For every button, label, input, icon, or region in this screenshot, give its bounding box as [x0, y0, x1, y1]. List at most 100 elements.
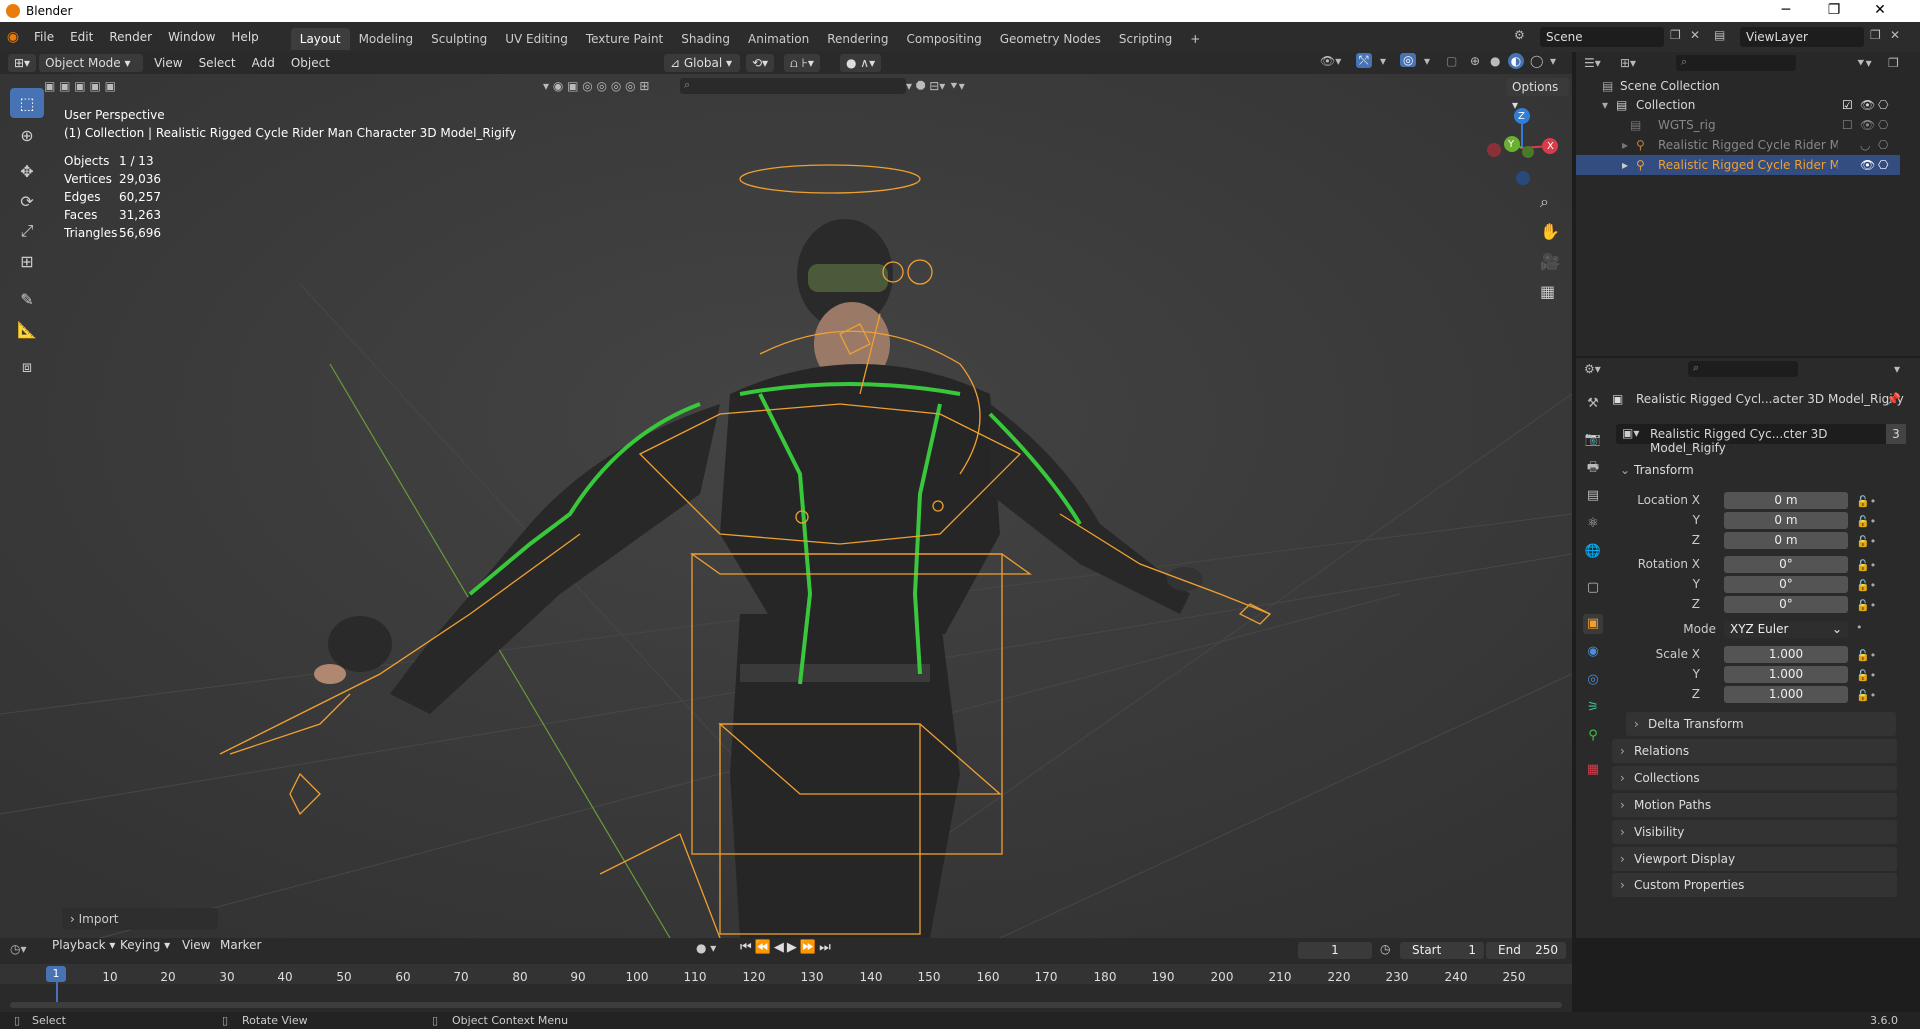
eye-icon[interactable]: 👁 [1860, 155, 1875, 175]
blender-menu-icon[interactable]: ◉ [0, 29, 26, 45]
scene-tab-icon[interactable]: ⚛ [1583, 514, 1603, 534]
scene-selector[interactable]: Scene [1540, 27, 1664, 47]
end-frame-field[interactable]: End 250 [1486, 942, 1566, 959]
location-z-field[interactable]: 0 m [1724, 532, 1848, 549]
maximize-button[interactable]: ❐ [1812, 0, 1856, 22]
menu-edit[interactable]: Edit [62, 22, 101, 52]
camera-view-icon[interactable]: 🎥 [1540, 252, 1560, 271]
outliner-search[interactable]: ⌕ [1676, 55, 1796, 71]
physics-tab-icon[interactable]: ◎ [1583, 670, 1603, 690]
expand-arrow-icon[interactable]: ▸ [1622, 155, 1628, 175]
3d-viewport[interactable]: ⬚ ⊕ ✥ ⟳ ⤢ ⊞ ✎ 📐 ⧈ ▣ ▣ ▣ ▣ ▣ ▾ ◉ ▣ ◎ ◎ ◎ … [0, 74, 1572, 938]
display-mode-icon[interactable]: ⊞▾ [1620, 56, 1636, 70]
overlay-dropdown-icon[interactable]: ▾ [1424, 54, 1430, 68]
menu-file[interactable]: File [26, 22, 62, 52]
menu-keying[interactable]: Keying ▾ [112, 934, 178, 956]
tab-layout[interactable]: Layout [290, 28, 350, 50]
tab-scripting[interactable]: Scripting [1110, 28, 1181, 50]
menu-view[interactable]: View [146, 52, 190, 74]
lock-icons[interactable]: 🔓• 🔓• 🔓• [1856, 492, 1876, 552]
constraints-tab-icon[interactable]: ⚞ [1583, 698, 1603, 718]
camera-icon[interactable]: ⎔ [1878, 95, 1888, 115]
pan-hand-icon[interactable]: ✋ [1540, 222, 1560, 241]
new-scene-icon[interactable]: ❐ [1670, 28, 1681, 42]
menu-object[interactable]: Object [283, 52, 338, 74]
eye-icon[interactable]: 👁 [1860, 95, 1875, 115]
add-cube-tool[interactable]: ⧈ [10, 352, 44, 382]
new-view-layer-icon[interactable]: ❐ [1870, 28, 1881, 42]
menu-select[interactable]: Select [191, 52, 244, 74]
playhead[interactable]: 1 [46, 966, 66, 982]
menu-add[interactable]: Add [244, 52, 283, 74]
properties-menu-icon[interactable]: ▾ [1894, 362, 1900, 376]
transform-orientation[interactable]: ⊿ Global ▾ [664, 54, 740, 72]
modifiers-tab-icon[interactable]: ◉ [1583, 642, 1603, 662]
menu-marker[interactable]: Marker [212, 934, 269, 956]
xray-icon[interactable]: ▢ [1446, 54, 1457, 68]
mode-dot-icon[interactable]: • [1856, 621, 1863, 634]
rendered-shading-icon[interactable]: ◯ [1530, 54, 1543, 68]
viewport-search[interactable]: ⌕ [680, 78, 906, 94]
rotation-mode-dropdown[interactable]: XYZ Euler ⌄ [1724, 621, 1848, 638]
rotation-y-field[interactable]: 0° [1724, 576, 1848, 593]
scale-z-field[interactable]: 1.000 [1724, 686, 1848, 703]
delete-view-layer-icon[interactable]: ✕ [1890, 28, 1900, 42]
material-shading-icon[interactable]: ◐ [1508, 53, 1524, 69]
record-icon[interactable]: ● ▾ [696, 941, 716, 955]
annotate-tool[interactable]: ✎ [10, 284, 44, 314]
motion-paths-panel[interactable]: › Motion Paths [1612, 793, 1897, 817]
outliner-editor-icon[interactable]: ☰▾ [1584, 56, 1601, 70]
minimize-button[interactable]: ─ [1764, 0, 1808, 22]
camera-icon[interactable]: ⎔ [1878, 115, 1888, 135]
object-tab-icon[interactable]: ▣ [1583, 614, 1603, 634]
custom-properties-panel[interactable]: › Custom Properties [1612, 873, 1897, 897]
gizmo-toggle-icon[interactable]: ⤲ [1356, 53, 1372, 68]
cursor-tool[interactable]: ⊕ [10, 120, 44, 150]
tab-uv-editing[interactable]: UV Editing [496, 28, 577, 50]
filter-icons[interactable]: ▾ ◉ ▣ ◎ ◎ ◎ ◎ ⊞ [543, 79, 649, 93]
scale-tool[interactable]: ⤢ [10, 216, 44, 246]
tool-tab-icon[interactable]: ⚒ [1583, 394, 1603, 414]
transform-panel-header[interactable]: ⌄ Transform [1612, 458, 1897, 482]
tab-compositing[interactable]: Compositing [897, 28, 990, 50]
tab-geometry-nodes[interactable]: Geometry Nodes [991, 28, 1110, 50]
outliner-row-rig-selected[interactable]: ▸ ⚲ Realistic Rigged Cycle Rider Man Ch … [1576, 155, 1900, 175]
outliner-filter-icon[interactable]: ⯆▾ [1856, 56, 1872, 71]
view-layer-selector[interactable]: ViewLayer [1740, 27, 1864, 47]
rotation-x-field[interactable]: 0° [1724, 556, 1848, 573]
pin-icon[interactable]: 📌 [1886, 392, 1901, 406]
editor-type-icon[interactable]: ⊞▾ [8, 54, 37, 72]
timeline-scrollbar[interactable] [10, 1002, 1562, 1008]
expand-arrow-icon[interactable]: ▾ [1602, 95, 1608, 115]
location-x-field[interactable]: 0 m [1724, 492, 1848, 509]
visibility-panel[interactable]: › Visibility [1612, 820, 1897, 844]
start-frame-field[interactable]: Start 1 [1400, 942, 1484, 959]
outliner-row-scene[interactable]: ▤ Scene Collection [1576, 76, 1900, 96]
selection-mode-icons[interactable]: ▣ ▣ ▣ ▣ ▣ [44, 79, 116, 93]
timeline-editor-icon[interactable]: ◷▾ [10, 942, 27, 956]
delete-scene-icon[interactable]: ✕ [1690, 28, 1700, 42]
properties-search[interactable]: ⌕ [1688, 361, 1798, 377]
snap-icon[interactable]: ⩍ ⊦▾ [784, 54, 820, 72]
scale-x-field[interactable]: 1.000 [1724, 646, 1848, 663]
pivot-icon[interactable]: ⟲▾ [746, 54, 775, 72]
outliner-row-mesh[interactable]: ▸ ⚲ Realistic Rigged Cycle Rider Man Ch … [1576, 135, 1900, 155]
transform-tool[interactable]: ⊞ [10, 246, 44, 276]
outliner-row-collection[interactable]: ▾ ▤ Collection ☑ 👁 ⎔ [1576, 95, 1900, 115]
eye-closed-icon[interactable]: ◡ [1860, 135, 1870, 155]
add-workspace-button[interactable]: + [1181, 28, 1209, 50]
mode-selector[interactable]: Object Mode ▾ [39, 54, 144, 72]
rotate-tool[interactable]: ⟳ [10, 186, 44, 216]
options-button[interactable]: Options ▾ [1506, 78, 1569, 112]
measure-tool[interactable]: 📐 [10, 314, 44, 344]
render-tab-icon[interactable]: 📷 [1583, 430, 1603, 450]
properties-editor-icon[interactable]: ⚙▾ [1584, 362, 1601, 376]
relations-panel[interactable]: › Relations [1612, 739, 1897, 763]
users-count[interactable]: 3 [1886, 424, 1906, 444]
lock-icons-rotation[interactable]: 🔓• 🔓• 🔓• [1856, 556, 1876, 616]
collection-tab-icon[interactable]: ▢ [1583, 578, 1603, 598]
new-collection-icon[interactable]: ❐ [1888, 56, 1899, 70]
tab-shading[interactable]: Shading [672, 28, 739, 50]
menu-render[interactable]: Render [101, 22, 160, 52]
tab-texture-paint[interactable]: Texture Paint [577, 28, 672, 50]
